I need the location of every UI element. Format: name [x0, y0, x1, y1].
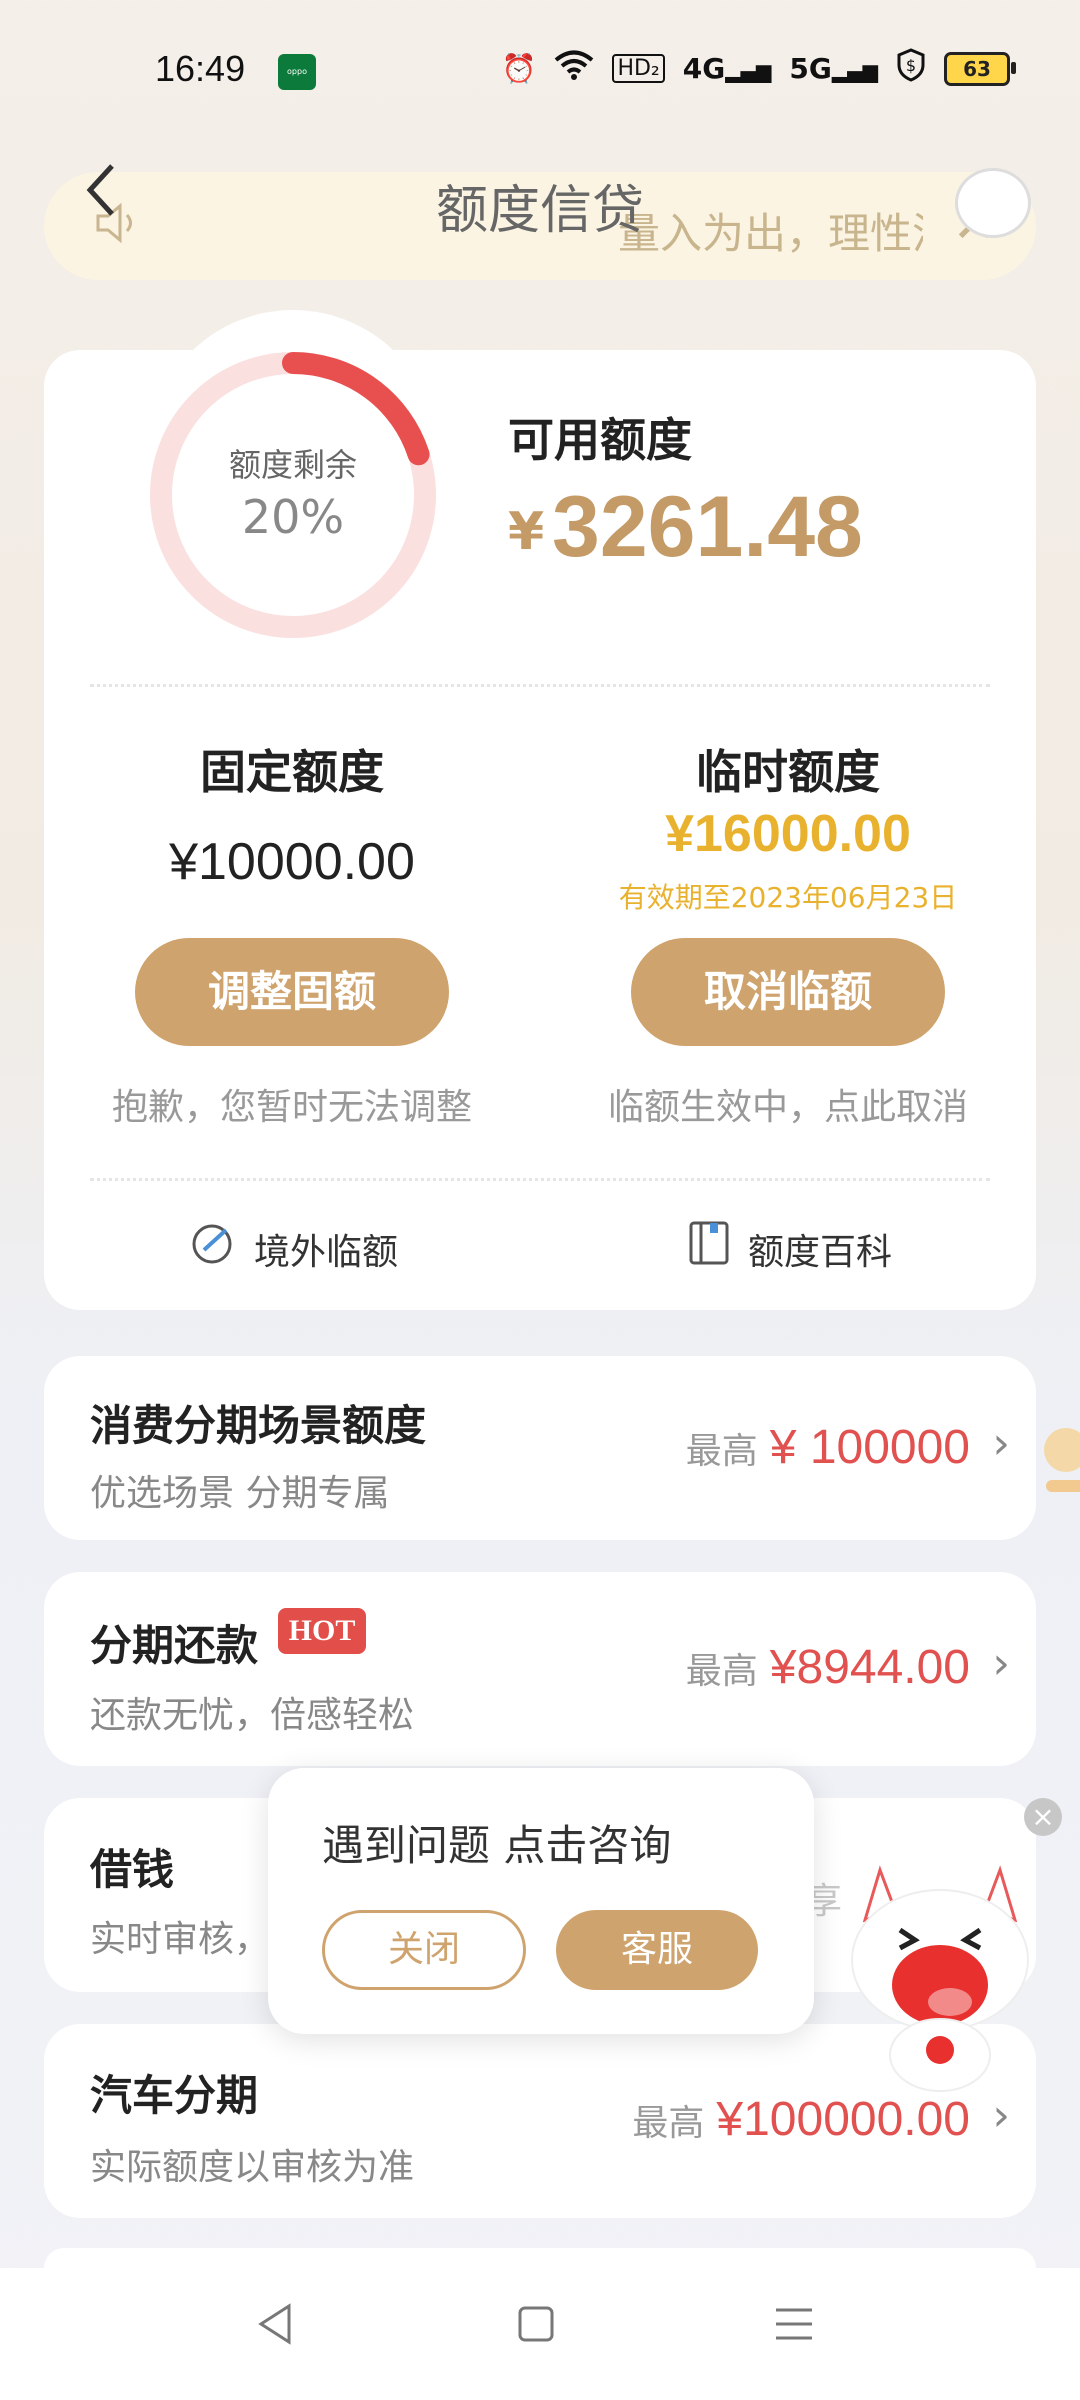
battery-icon: 63 [944, 51, 1016, 86]
adjust-fixed-button[interactable]: 调整固额 [135, 938, 449, 1046]
shield-dollar-icon: $ [896, 48, 926, 89]
signal-5g-icon: 5G▂▄▆ [789, 52, 878, 85]
list-item-title: 分期还款 [90, 1621, 259, 1670]
cancel-temp-button[interactable]: 取消临额 [631, 938, 945, 1046]
hd-icon: HD₂ [612, 54, 665, 83]
divider [90, 1178, 990, 1181]
currency-symbol: ¥ [508, 502, 545, 562]
list-item-sub: 还款无忧，倍感轻松 [90, 1695, 415, 1736]
ring-percent: 20% [241, 490, 345, 544]
wifi-icon [554, 49, 594, 88]
list-item-amount-group: 最高 ¥ 100000 [686, 1420, 970, 1475]
available-amount: 3261.48 [552, 479, 863, 575]
amount-prefix: 最高 [632, 2103, 705, 2144]
list-item-sub: 优选场景 分期专属 [90, 1473, 390, 1514]
alarm-icon: ⏰ [501, 52, 537, 85]
nav-back-icon[interactable] [255, 2300, 295, 2358]
consult-popup [268, 1768, 814, 2034]
chevron-right-icon: › [992, 1638, 1010, 1689]
status-time: 16:49 [155, 48, 246, 89]
nav-home-icon[interactable] [516, 2300, 556, 2358]
chevron-right-icon: › [992, 1418, 1010, 1469]
mascot-close-icon[interactable]: × [1024, 1798, 1062, 1836]
signal-4g-icon: 4G▂▄▆ [682, 52, 772, 85]
fixed-title: 固定额度 [200, 745, 384, 799]
customer-service-button[interactable]: 客服 [556, 1910, 758, 1990]
amount-value: ¥ 100000 [769, 1421, 970, 1474]
list-item-sub: 实时审核， [90, 1919, 271, 1960]
mascot-avatar-icon[interactable] [955, 168, 1031, 238]
list-item-title: 汽车分期 [90, 2071, 259, 2120]
wiki-label: 额度百科 [748, 1231, 893, 1273]
hot-badge: HOT [278, 1608, 366, 1654]
list-item-sub: 实际额度以审核为准 [90, 2147, 415, 2188]
temp-valid-date: 有效期至2023年06月23日 [618, 881, 958, 914]
fixed-note: 抱歉，您暂时无法调整 [111, 1087, 472, 1128]
popup-close-button[interactable]: 关闭 [322, 1910, 526, 1990]
fixed-amount: ¥10000.00 [169, 833, 415, 891]
list-item-title: 消费分期场景额度 [90, 1401, 427, 1450]
amount-prefix: 最高 [685, 1651, 758, 1692]
ring-label: 额度剩余 [228, 446, 357, 484]
overseas-link[interactable]: 境外临额 [190, 1220, 398, 1277]
overseas-label: 境外临额 [254, 1231, 399, 1273]
popup-title: 遇到问题 点击咨询 [322, 1821, 672, 1870]
available-label: 可用额度 [508, 413, 692, 467]
decoration-icon [1026, 1400, 1080, 1520]
mascot-cat-icon[interactable] [840, 1850, 1040, 2100]
book-icon [688, 1220, 730, 1277]
page-title: 额度信贷 [435, 181, 644, 241]
svg-text:$: $ [906, 56, 916, 75]
nav-menu-icon[interactable] [772, 2300, 816, 2358]
status-icons: ⏰ HD₂ 4G▂▄▆ 5G▂▄▆ $ 63 [501, 48, 1016, 89]
list-item-title: 借钱 [90, 1845, 175, 1894]
wiki-link[interactable]: 额度百科 [688, 1220, 892, 1277]
list-item-amount-group: 最高 ¥8944.00 [686, 1640, 970, 1695]
amount-value: ¥8944.00 [769, 1641, 970, 1694]
divider [90, 684, 990, 687]
globe-plane-icon [190, 1220, 236, 1277]
amount-prefix: 最高 [685, 1431, 758, 1472]
temp-amount: ¥16000.00 [665, 805, 911, 863]
temp-note[interactable]: 临额生效中，点此取消 [568, 1078, 1008, 1130]
carrier-app-icon: oppo [278, 54, 316, 90]
list-item-amount-group: 最高 ¥100000.00 [632, 2092, 970, 2147]
temp-title: 临时额度 [696, 745, 880, 799]
amount-value: ¥100000.00 [716, 2093, 970, 2146]
